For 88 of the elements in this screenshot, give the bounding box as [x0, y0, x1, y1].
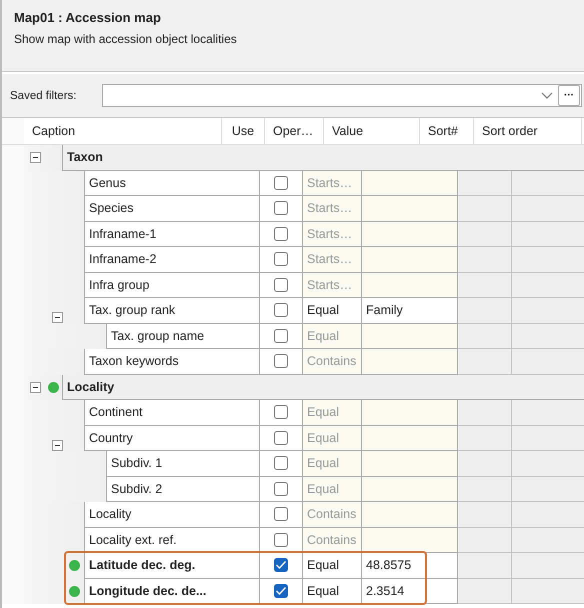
use-checkbox[interactable] — [274, 532, 288, 547]
field-caption[interactable]: Tax. group name — [106, 324, 260, 349]
table-cell — [458, 528, 512, 553]
field-caption[interactable]: Subdiv. 2 — [106, 476, 260, 502]
use-checkbox[interactable] — [274, 507, 288, 522]
table-cell — [458, 298, 512, 324]
field-caption[interactable]: Genus — [84, 170, 260, 196]
operator-cell[interactable]: Equal — [303, 298, 362, 324]
field-caption[interactable]: Subdiv. 1 — [106, 451, 260, 476]
use-checkbox[interactable] — [274, 584, 288, 598]
table-cell — [458, 400, 512, 426]
field-caption[interactable]: Country — [84, 426, 260, 451]
field-caption[interactable]: Infraname-1 — [84, 222, 260, 247]
table-cell — [458, 247, 512, 272]
table-cell — [458, 349, 512, 374]
field-caption[interactable]: Infra group — [84, 272, 260, 298]
field-caption[interactable]: Species — [84, 196, 260, 222]
value-cell[interactable] — [362, 426, 458, 451]
value-cell[interactable] — [362, 272, 458, 298]
value-cell[interactable] — [362, 170, 458, 196]
collapse-icon[interactable] — [52, 440, 63, 450]
use-checkbox[interactable] — [274, 176, 288, 190]
operator-cell[interactable]: Equal — [303, 553, 362, 578]
field-caption[interactable]: Locality — [84, 502, 260, 528]
collapse-icon[interactable] — [30, 152, 41, 163]
table-cell — [458, 324, 512, 349]
field-caption[interactable]: Longitude dec. de... — [84, 578, 260, 604]
table-cell — [458, 426, 512, 451]
panel-title: Map01 : Accession map — [14, 10, 162, 25]
collapse-icon[interactable] — [30, 382, 41, 392]
use-checkbox[interactable] — [274, 252, 288, 266]
use-checkbox[interactable] — [274, 558, 288, 572]
column-header[interactable]: Oper… — [265, 118, 324, 144]
field-caption[interactable]: Infraname-2 — [84, 247, 260, 272]
value-cell[interactable] — [362, 196, 458, 222]
value-text: 2.3514 — [366, 584, 404, 598]
more-button[interactable]: ··· — [558, 85, 580, 106]
table-cell — [458, 451, 512, 476]
table-cell — [458, 170, 512, 196]
value-cell[interactable] — [362, 247, 458, 272]
status-dot — [48, 382, 59, 392]
table-cell — [458, 272, 512, 298]
use-checkbox[interactable] — [274, 430, 288, 445]
field-caption[interactable]: Latitude dec. deg. — [84, 553, 260, 578]
use-checkbox[interactable] — [274, 201, 288, 216]
value-text: Family — [366, 303, 403, 318]
use-checkbox[interactable] — [274, 354, 288, 368]
table-cell — [458, 222, 512, 247]
table-cell — [458, 196, 512, 222]
value-cell[interactable] — [362, 528, 458, 553]
value-cell[interactable] — [362, 400, 458, 426]
value-cell[interactable]: 48.8575 — [362, 553, 458, 578]
table-cell — [458, 553, 512, 578]
panel-subtitle: Show map with accession object localities — [14, 32, 238, 46]
value-text: 48.8575 — [366, 558, 412, 572]
field-caption[interactable]: Taxon keywords — [84, 349, 260, 374]
use-checkbox[interactable] — [274, 303, 288, 318]
use-checkbox[interactable] — [274, 226, 288, 241]
field-caption[interactable]: Tax. group rank — [84, 298, 260, 324]
value-cell[interactable] — [362, 349, 458, 374]
use-checkbox[interactable] — [274, 405, 288, 420]
field-caption[interactable]: Continent — [84, 400, 260, 426]
column-header[interactable]: Value — [324, 118, 420, 144]
use-checkbox[interactable] — [274, 328, 288, 343]
use-checkbox[interactable] — [274, 482, 288, 496]
value-cell[interactable] — [362, 324, 458, 349]
column-header[interactable]: Sort# — [420, 118, 474, 144]
table-cell — [458, 476, 512, 502]
status-dot — [69, 586, 80, 596]
value-cell[interactable] — [362, 222, 458, 247]
saved-filters-dropdown[interactable] — [102, 84, 582, 107]
use-checkbox[interactable] — [274, 278, 288, 292]
value-cell[interactable]: 2.3514 — [362, 578, 458, 604]
chevron-down-icon — [541, 92, 553, 100]
saved-filters-label: Saved filters: — [10, 90, 78, 102]
status-dot — [69, 560, 80, 571]
group-caption[interactable]: Locality — [62, 374, 584, 400]
collapse-icon[interactable] — [52, 312, 63, 323]
value-cell[interactable] — [362, 476, 458, 502]
use-checkbox[interactable] — [274, 456, 288, 470]
group-caption[interactable]: Taxon — [62, 145, 584, 170]
operator-cell[interactable]: Equal — [303, 578, 362, 604]
value-cell[interactable]: Family — [362, 298, 458, 324]
value-cell[interactable] — [362, 451, 458, 476]
value-cell[interactable] — [362, 502, 458, 528]
column-header[interactable]: Sort order — [474, 118, 582, 144]
table-cell — [458, 578, 512, 604]
table-cell — [458, 502, 512, 528]
